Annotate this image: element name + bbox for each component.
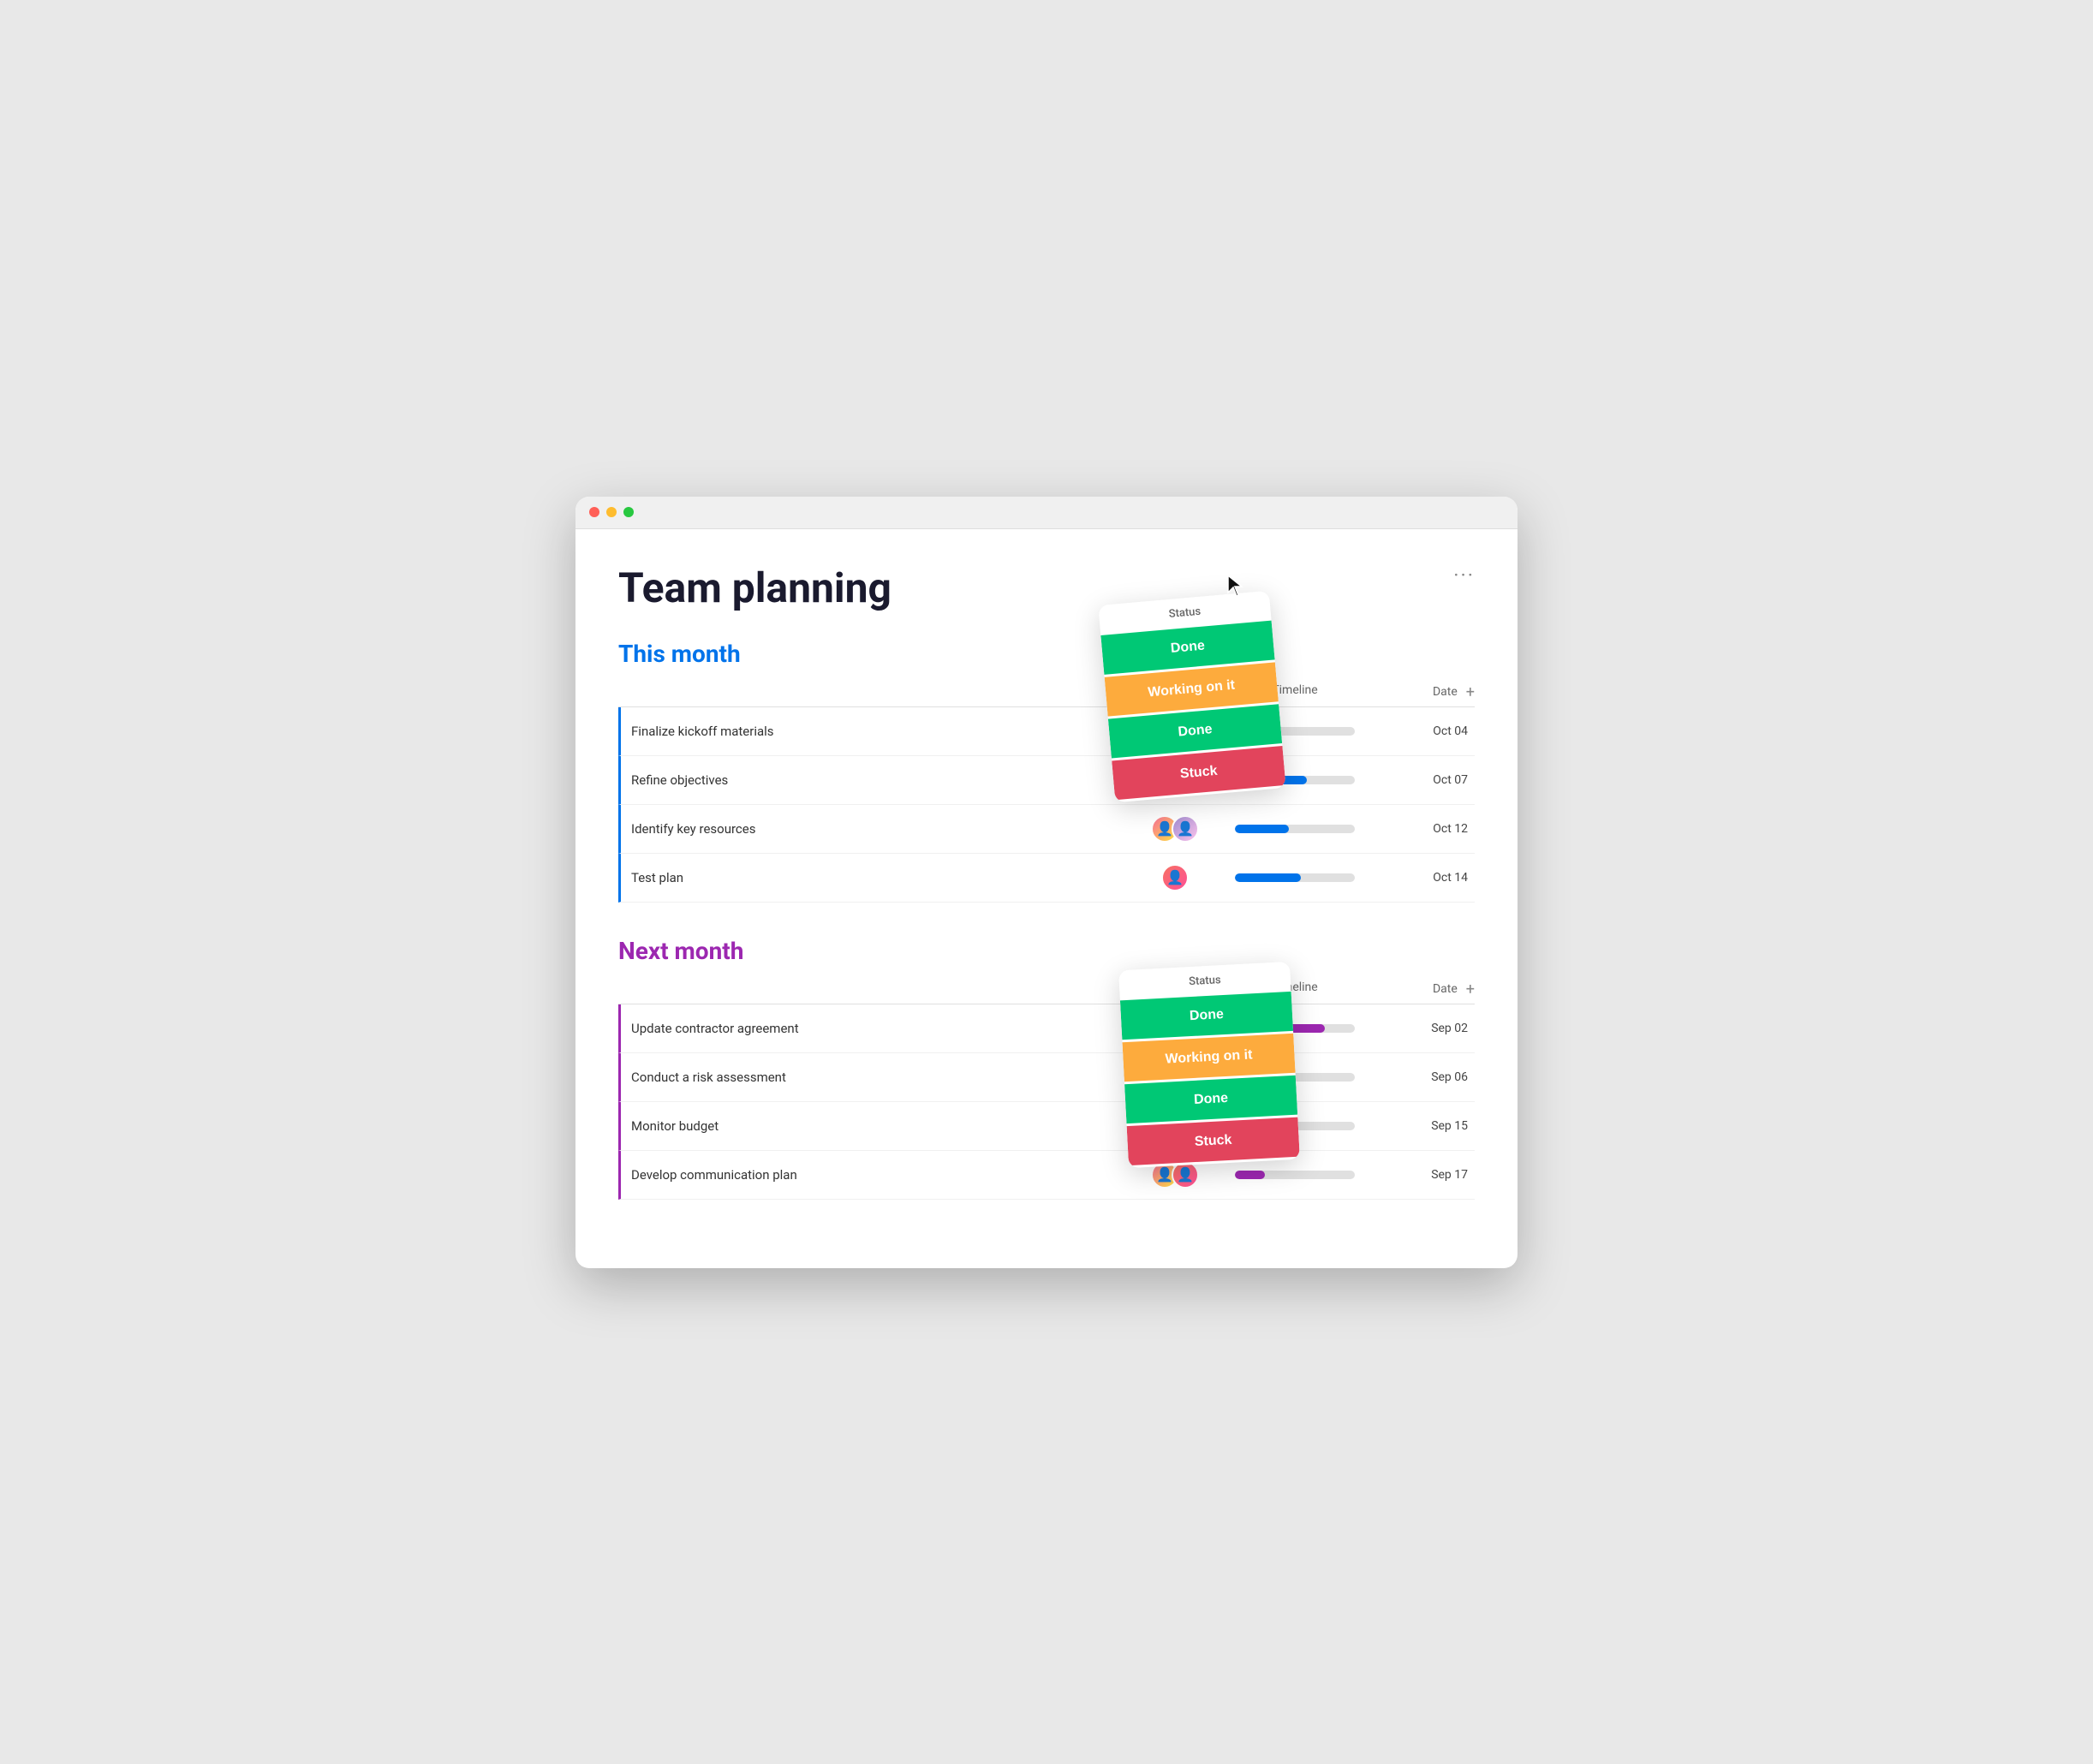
- date-cell: Sep 06: [1372, 1070, 1475, 1084]
- add-column-button-2[interactable]: +: [1466, 980, 1475, 998]
- progress-fill: [1235, 1171, 1265, 1179]
- task-name: Monitor budget: [631, 1118, 1132, 1134]
- task-name: Identify key resources: [631, 821, 1132, 837]
- date-col-header: Date +: [1372, 683, 1475, 701]
- browser-bar: [575, 497, 1518, 529]
- task-name: Develop communication plan: [631, 1167, 1132, 1183]
- mouse-cursor: [1226, 574, 1243, 594]
- maximize-dot[interactable]: [623, 507, 634, 517]
- browser-window: Team planning ··· This month Owner Timel…: [575, 497, 1518, 1268]
- progress-bar: [1235, 873, 1355, 882]
- date-cell: Oct 12: [1372, 822, 1475, 836]
- status-done-button-3[interactable]: Done: [1120, 991, 1293, 1039]
- avatar-group: [1151, 815, 1199, 843]
- this-month-section: This month Owner Timeline Date + Finaliz…: [618, 640, 1475, 903]
- avatar: [1161, 864, 1189, 891]
- table-row: Test plan Oct 14: [618, 854, 1475, 903]
- task-col-header: [618, 980, 1132, 998]
- progress-bar: [1235, 1171, 1355, 1179]
- date-cell: Sep 15: [1372, 1119, 1475, 1133]
- table-row: Identify key resources Oct 12: [618, 805, 1475, 854]
- progress-bar: [1235, 825, 1355, 833]
- task-col-header: [618, 683, 1132, 701]
- task-name: Finalize kickoff materials: [631, 724, 1132, 739]
- add-column-button[interactable]: +: [1466, 683, 1475, 701]
- task-name: Refine objectives: [631, 772, 1132, 788]
- owner-cell: [1132, 815, 1218, 843]
- date-cell: Oct 04: [1372, 724, 1475, 738]
- page-title: Team planning: [618, 563, 1475, 612]
- table-row: Develop communication plan Sep 17: [618, 1151, 1475, 1200]
- status-dropdown-2: Status Done Working on it Done Stuck: [1118, 961, 1300, 1167]
- task-name: Conduct a risk assessment: [631, 1070, 1132, 1085]
- table-row: Finalize kickoff materials Oct 04: [618, 707, 1475, 756]
- this-month-title: This month: [618, 640, 1475, 668]
- date-cell: Sep 17: [1372, 1168, 1475, 1182]
- table-row: Refine objectives Oct 07: [618, 756, 1475, 805]
- table-row: Update contractor agreement Sep 02: [618, 1004, 1475, 1053]
- next-month-section: Next month Owner Timeline Date + Update …: [618, 937, 1475, 1200]
- timeline-cell: [1218, 873, 1372, 882]
- status-working-button-2[interactable]: Working on it: [1122, 1033, 1295, 1081]
- this-month-table-header: Owner Timeline Date +: [618, 678, 1475, 707]
- minimize-dot[interactable]: [606, 507, 617, 517]
- avatar: [1172, 815, 1199, 843]
- timeline-cell: [1218, 825, 1372, 833]
- status-stuck-button-2[interactable]: Stuck: [1127, 1117, 1300, 1165]
- next-month-table-header: Owner Timeline Date +: [618, 975, 1475, 1004]
- date-cell: Oct 07: [1372, 773, 1475, 787]
- content-area: Team planning ··· This month Owner Timel…: [575, 529, 1518, 1268]
- task-name: Test plan: [631, 870, 1132, 885]
- next-month-title: Next month: [618, 937, 1475, 965]
- more-menu-button[interactable]: ···: [1453, 563, 1475, 587]
- task-name: Update contractor agreement: [631, 1021, 1132, 1036]
- owner-cell: [1132, 864, 1218, 891]
- progress-fill: [1235, 825, 1289, 833]
- close-dot[interactable]: [589, 507, 599, 517]
- date-col-header: Date +: [1372, 980, 1475, 998]
- date-cell: Oct 14: [1372, 871, 1475, 885]
- timeline-cell: [1218, 1171, 1372, 1179]
- progress-fill: [1235, 873, 1301, 882]
- date-cell: Sep 02: [1372, 1022, 1475, 1035]
- status-dropdown-1: Status Done Working on it Done Stuck: [1098, 590, 1285, 802]
- status-done-button-4[interactable]: Done: [1124, 1075, 1297, 1123]
- table-row: Conduct a risk assessment Sep 06: [618, 1053, 1475, 1102]
- table-row: Monitor budget Sep 15: [618, 1102, 1475, 1151]
